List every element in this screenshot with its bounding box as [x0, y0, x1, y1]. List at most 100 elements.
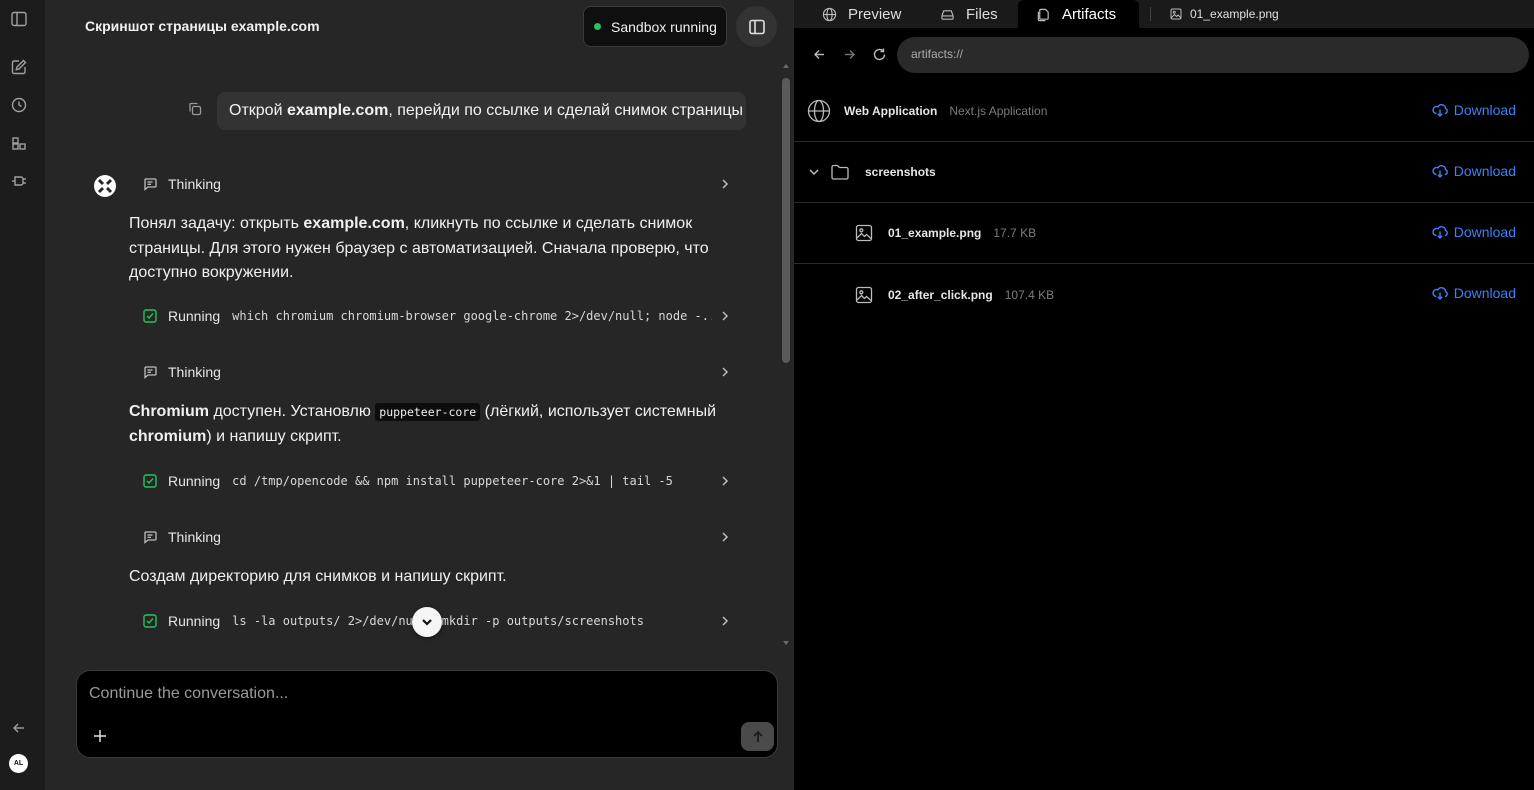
thinking-icon: [142, 176, 158, 192]
chevron-right-icon: [718, 365, 732, 379]
cloud-download-icon: [1432, 285, 1448, 301]
step-label: Running: [168, 613, 221, 629]
panel-tabbar: Preview Files Artifacts 01_example.png: [794, 0, 1534, 28]
scroll-up-arrow[interactable]: [783, 64, 789, 68]
step-label: Thinking: [168, 176, 221, 192]
tab-divider: [1150, 7, 1151, 21]
assistant-paragraph: Chromium доступен. Установлю puppeteer-c…: [129, 400, 719, 449]
history-icon[interactable]: [10, 96, 28, 114]
tab-label: Artifacts: [1062, 5, 1117, 23]
chevron-right-icon: [718, 309, 732, 323]
message-input[interactable]: [89, 683, 729, 705]
artifact-navbar: artifacts://: [794, 37, 1534, 73]
check-icon: [142, 308, 158, 324]
thinking-step[interactable]: Thinking: [142, 361, 732, 383]
artifacts-panel: Preview Files Artifacts 01_example.png a…: [793, 0, 1534, 790]
download-button[interactable]: Download: [1432, 163, 1516, 179]
collapse-arrow-icon[interactable]: [10, 719, 28, 737]
cloud-download-icon: [1432, 163, 1448, 179]
drive-icon: [940, 7, 955, 22]
artifact-row-web-application[interactable]: Web Application Next.js Application Down…: [794, 81, 1534, 142]
check-icon: [142, 473, 158, 489]
sandbox-status-label: Sandbox running: [611, 18, 717, 35]
chevron-right-icon: [718, 474, 732, 488]
step-label: Thinking: [168, 364, 221, 380]
sandbox-status-badge[interactable]: Sandbox running: [583, 6, 727, 47]
step-command: ls -la outputs/ 2>/dev/null; mkdir -p ou…: [232, 614, 644, 628]
apps-icon[interactable]: [10, 135, 28, 153]
artifact-name: screenshots: [865, 165, 936, 179]
artifact-name: 01_example.png: [888, 226, 982, 240]
tab-label: 01_example.png: [1190, 7, 1279, 21]
step-label: Running: [168, 473, 221, 489]
cloud-download-icon: [1432, 102, 1448, 118]
image-icon: [855, 224, 873, 242]
download-button[interactable]: Download: [1432, 285, 1516, 301]
folder-icon: [830, 162, 850, 182]
panel-layout-icon: [748, 18, 766, 36]
plugin-icon[interactable]: [10, 172, 28, 190]
image-icon: [1170, 8, 1182, 20]
running-step[interactable]: Running which chromium chromium-browser …: [142, 305, 732, 327]
new-chat-icon[interactable]: [10, 58, 28, 76]
download-button[interactable]: Download: [1432, 102, 1516, 118]
tab-label: Files: [966, 5, 998, 23]
copy-icon[interactable]: [187, 101, 203, 117]
step-label: Thinking: [168, 529, 221, 545]
panel-toggle-button[interactable]: [736, 6, 777, 47]
tab-file-01-example[interactable]: 01_example.png: [1170, 0, 1279, 28]
artifact-meta: 107.4 KB: [1004, 287, 1055, 302]
assistant-logo-icon: [93, 174, 117, 198]
paragraph-text: доступен. Установлю: [209, 403, 376, 420]
artifact-row-01-example[interactable]: 01_example.png 17.7 KB Download: [794, 203, 1534, 264]
step-command: cd /tmp/opencode && npm install puppetee…: [232, 474, 673, 488]
left-rail: AL: [0, 0, 45, 790]
download-button[interactable]: Download: [1432, 224, 1516, 240]
thinking-icon: [142, 529, 158, 545]
assistant-paragraph: Создам директорию для снимков и напишу с…: [129, 568, 507, 585]
artifact-url-bar[interactable]: artifacts://: [897, 37, 1529, 73]
paragraph-text: ) и напишу скрипт.: [206, 427, 342, 445]
tab-files[interactable]: Files: [940, 0, 998, 28]
artifact-name: Web Application: [844, 104, 938, 118]
assistant-paragraph: Понял задачу: открыть example.com, кликн…: [129, 212, 719, 286]
chevron-down-icon[interactable]: [807, 165, 821, 179]
paragraph-text: (лёгкий, использует системный: [480, 403, 717, 420]
user-message-text-2: , перейди по ссылке и сделай снимок стра…: [388, 102, 743, 119]
send-button[interactable]: [741, 722, 774, 751]
sidebar-toggle-icon[interactable]: [10, 10, 28, 28]
thinking-step[interactable]: Thinking: [142, 526, 732, 548]
scrollbar-thumb[interactable]: [782, 78, 790, 363]
status-dot: [594, 23, 601, 30]
chevron-down-icon: [420, 615, 434, 629]
tab-artifacts[interactable]: Artifacts: [1018, 0, 1139, 28]
attach-plus-icon[interactable]: [91, 727, 109, 745]
paragraph-bold: example.com: [303, 215, 405, 232]
thinking-icon: [142, 364, 158, 380]
user-message: Открой example.com, перейди по ссылке и …: [217, 92, 746, 130]
download-label: Download: [1453, 102, 1516, 118]
message-composer: [76, 670, 778, 758]
back-arrow-icon[interactable]: [812, 47, 827, 62]
paragraph-bold: chromium: [129, 427, 207, 445]
globe-icon: [807, 99, 831, 123]
chat-panel: Скриншот страницы example.com Sandbox ru…: [45, 0, 793, 790]
artifact-row-02-after-click[interactable]: 02_after_click.png 107.4 KB Download: [794, 264, 1534, 325]
scroll-to-bottom-button[interactable]: [412, 607, 442, 637]
image-icon: [855, 286, 873, 304]
forward-arrow-icon[interactable]: [842, 47, 857, 62]
download-label: Download: [1453, 224, 1516, 240]
files-icon: [1036, 7, 1051, 22]
user-avatar[interactable]: AL: [9, 754, 28, 773]
artifact-meta: Next.js Application: [949, 104, 1048, 118]
tab-preview[interactable]: Preview: [822, 0, 901, 28]
refresh-icon[interactable]: [872, 47, 887, 62]
scroll-down-arrow[interactable]: [783, 641, 789, 645]
download-label: Download: [1453, 285, 1516, 301]
arrow-up-icon: [750, 729, 766, 745]
running-step[interactable]: Running cd /tmp/opencode && npm install …: [142, 470, 732, 492]
thinking-step[interactable]: Thinking: [142, 173, 732, 195]
paragraph-bold: Chromium: [129, 403, 209, 420]
paragraph-text: Понял задачу: открыть: [129, 215, 304, 232]
artifact-row-screenshots[interactable]: screenshots Download: [794, 142, 1534, 203]
